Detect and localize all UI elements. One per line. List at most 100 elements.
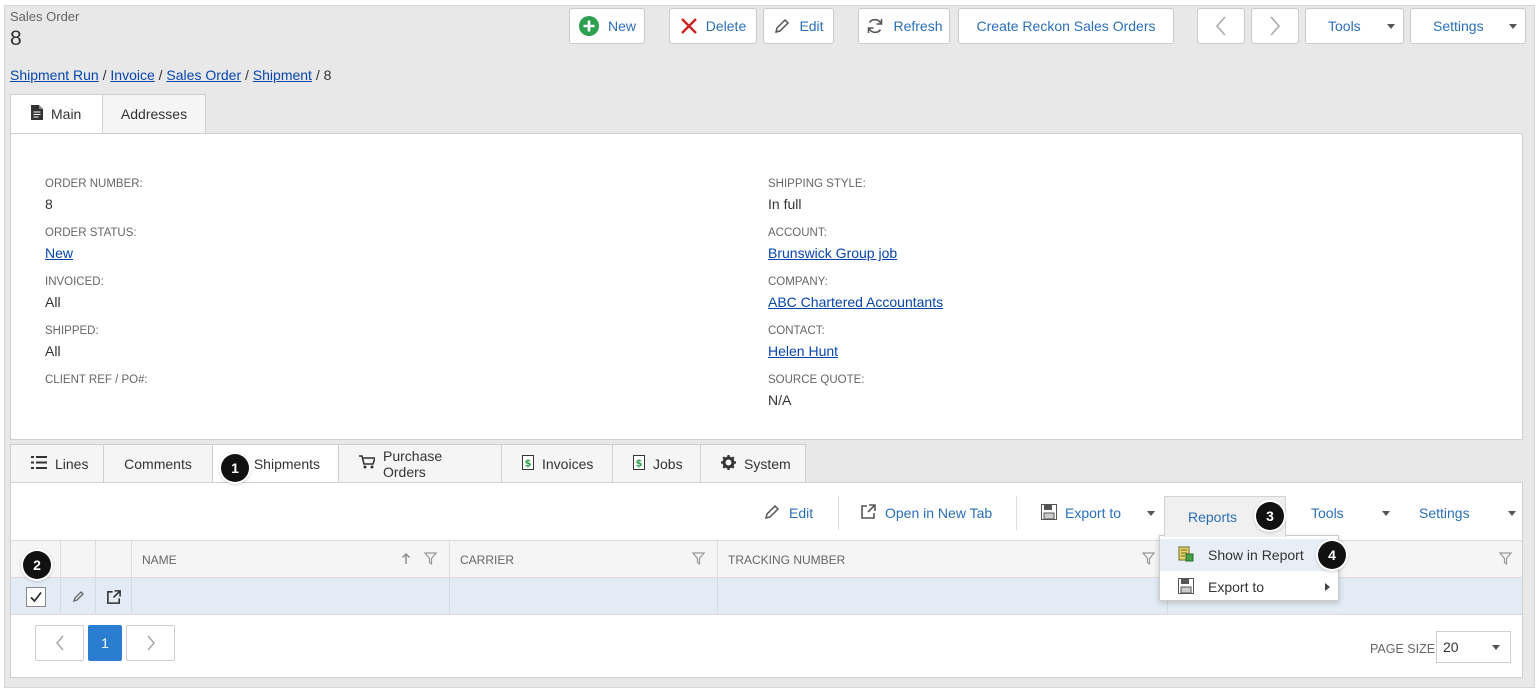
record-tabs: Main Addresses bbox=[10, 94, 206, 134]
grid-edit-button[interactable]: Edit bbox=[763, 496, 813, 530]
create-reckon-sales-orders-button[interactable]: Create Reckon Sales Orders bbox=[958, 8, 1174, 44]
caret-down-icon bbox=[1147, 510, 1156, 516]
close-icon bbox=[680, 17, 698, 35]
field-contact: CONTACT: Helen Hunt bbox=[768, 325, 839, 359]
next-record-button[interactable] bbox=[1251, 8, 1299, 44]
row-checkbox[interactable] bbox=[25, 586, 46, 607]
previous-record-button[interactable] bbox=[1197, 8, 1245, 44]
menu-item-show-in-report[interactable]: Show in Report bbox=[1160, 539, 1338, 571]
field-source-quote: SOURCE QUOTE: N/A bbox=[768, 374, 865, 408]
company-link[interactable]: ABC Chartered Accountants bbox=[768, 294, 943, 310]
tab-lines[interactable]: Lines bbox=[10, 444, 104, 483]
tab-jobs[interactable]: $ Jobs bbox=[612, 444, 701, 483]
field-invoiced: INVOICED: All bbox=[45, 276, 104, 310]
open-column-header bbox=[96, 541, 132, 579]
tools-dropdown[interactable]: Tools bbox=[1305, 8, 1404, 44]
field-order-number: ORDER NUMBER: 8 bbox=[45, 178, 143, 212]
document-icon bbox=[31, 105, 43, 123]
pager-prev-button[interactable] bbox=[35, 625, 84, 661]
tab-addresses[interactable]: Addresses bbox=[102, 94, 206, 134]
pager-next-button[interactable] bbox=[126, 625, 175, 661]
pager-page-1[interactable]: 1 bbox=[88, 625, 122, 661]
field-client-ref: CLIENT REF / PO#: bbox=[45, 374, 148, 386]
toolbar-divider bbox=[838, 496, 839, 530]
chevron-left-icon bbox=[55, 635, 64, 651]
field-company: COMPANY: ABC Chartered Accountants bbox=[768, 276, 944, 310]
contact-link[interactable]: Helen Hunt bbox=[768, 343, 838, 359]
breadcrumb-invoice[interactable]: Invoice bbox=[110, 67, 154, 83]
breadcrumb-shipment-run[interactable]: Shipment Run bbox=[10, 67, 99, 83]
chevron-right-icon bbox=[1268, 15, 1282, 37]
field-account: ACCOUNT: Brunswick Group job bbox=[768, 227, 898, 261]
annotation-badge-3: 3 bbox=[1256, 502, 1284, 530]
row-select-cell bbox=[11, 578, 61, 615]
new-button[interactable]: New bbox=[569, 8, 645, 44]
entity-label: Sales Order bbox=[10, 9, 80, 24]
related-tabs: Lines Comments Shipments Purchase Orders… bbox=[10, 444, 806, 483]
breadcrumb: Shipment Run / Invoice / Sales Order / S… bbox=[10, 67, 332, 83]
main-panel bbox=[10, 133, 1523, 440]
page-size-label: PAGE SIZE bbox=[1370, 642, 1436, 656]
edit-column-header bbox=[61, 541, 96, 579]
pencil-icon bbox=[72, 591, 84, 603]
order-status-link[interactable]: New bbox=[45, 245, 73, 261]
caret-down-icon bbox=[1387, 23, 1395, 29]
breadcrumb-sales-order[interactable]: Sales Order bbox=[166, 67, 241, 83]
grid-export-dropdown[interactable]: Export to bbox=[1041, 496, 1156, 530]
reports-menu: Show in Report Export to bbox=[1159, 535, 1339, 601]
plus-circle-icon bbox=[578, 15, 600, 37]
external-link-icon bbox=[860, 503, 877, 523]
caret-down-icon bbox=[1492, 644, 1500, 650]
field-shipping-style: SHIPPING STYLE: In full bbox=[768, 178, 866, 212]
row-open-cell[interactable] bbox=[96, 578, 132, 615]
caret-down-icon bbox=[1381, 510, 1390, 516]
open-in-new-tab-button[interactable]: Open in New Tab bbox=[860, 496, 992, 530]
page-size-select[interactable]: 20 bbox=[1436, 631, 1511, 663]
refresh-button[interactable]: Refresh bbox=[858, 8, 950, 44]
tab-comments[interactable]: Comments bbox=[103, 444, 213, 483]
field-order-status: ORDER STATUS: New bbox=[45, 227, 137, 261]
column-header-carrier[interactable]: CARRIER bbox=[450, 541, 718, 579]
account-link[interactable]: Brunswick Group job bbox=[768, 245, 897, 261]
caret-down-icon bbox=[1507, 510, 1516, 516]
breadcrumb-shipment[interactable]: Shipment bbox=[253, 67, 312, 83]
delete-button[interactable]: Delete bbox=[669, 8, 757, 44]
grid-settings-dropdown[interactable]: Settings bbox=[1419, 496, 1516, 530]
row-name-cell bbox=[132, 578, 450, 615]
settings-dropdown[interactable]: Settings bbox=[1410, 8, 1526, 44]
chevron-right-icon bbox=[146, 635, 155, 651]
sort-up-icon[interactable] bbox=[401, 552, 411, 568]
grid-tools-dropdown[interactable]: Tools bbox=[1311, 496, 1390, 530]
filter-icon[interactable] bbox=[691, 552, 706, 568]
report-icon bbox=[1178, 546, 1194, 565]
entity-id: 8 bbox=[10, 27, 22, 50]
menu-item-export-to[interactable]: Export to bbox=[1160, 571, 1338, 603]
tab-invoices[interactable]: $ Invoices bbox=[501, 444, 613, 483]
refresh-icon bbox=[865, 16, 885, 36]
breadcrumb-current: 8 bbox=[323, 67, 332, 83]
checkmark-icon bbox=[29, 591, 42, 602]
dollar-document-icon: $ bbox=[522, 454, 534, 473]
cart-icon bbox=[359, 455, 377, 472]
toolbar-divider bbox=[1016, 496, 1017, 530]
annotation-badge-4: 4 bbox=[1318, 541, 1346, 569]
column-header-name[interactable]: NAME bbox=[132, 541, 450, 579]
tab-purchase-orders[interactable]: Purchase Orders bbox=[338, 444, 502, 483]
dollar-document-icon: $ bbox=[633, 454, 645, 473]
tab-main[interactable]: Main bbox=[10, 94, 103, 134]
filter-icon[interactable] bbox=[1498, 552, 1513, 568]
pencil-icon bbox=[763, 503, 781, 524]
svg-text:$: $ bbox=[525, 458, 532, 469]
submenu-arrow-icon bbox=[1325, 583, 1330, 591]
list-icon bbox=[31, 455, 47, 472]
gear-icon bbox=[721, 454, 736, 473]
tab-system[interactable]: System bbox=[700, 444, 806, 483]
save-disk-icon bbox=[1041, 503, 1057, 523]
row-edit-cell[interactable] bbox=[61, 578, 96, 615]
filter-icon[interactable] bbox=[1141, 552, 1156, 568]
column-header-tracking-number[interactable]: TRACKING NUMBER bbox=[718, 541, 1168, 579]
filter-icon[interactable] bbox=[423, 552, 438, 568]
edit-button[interactable]: Edit bbox=[763, 8, 834, 44]
annotation-badge-1: 1 bbox=[221, 454, 249, 482]
row-carrier-cell bbox=[450, 578, 718, 615]
